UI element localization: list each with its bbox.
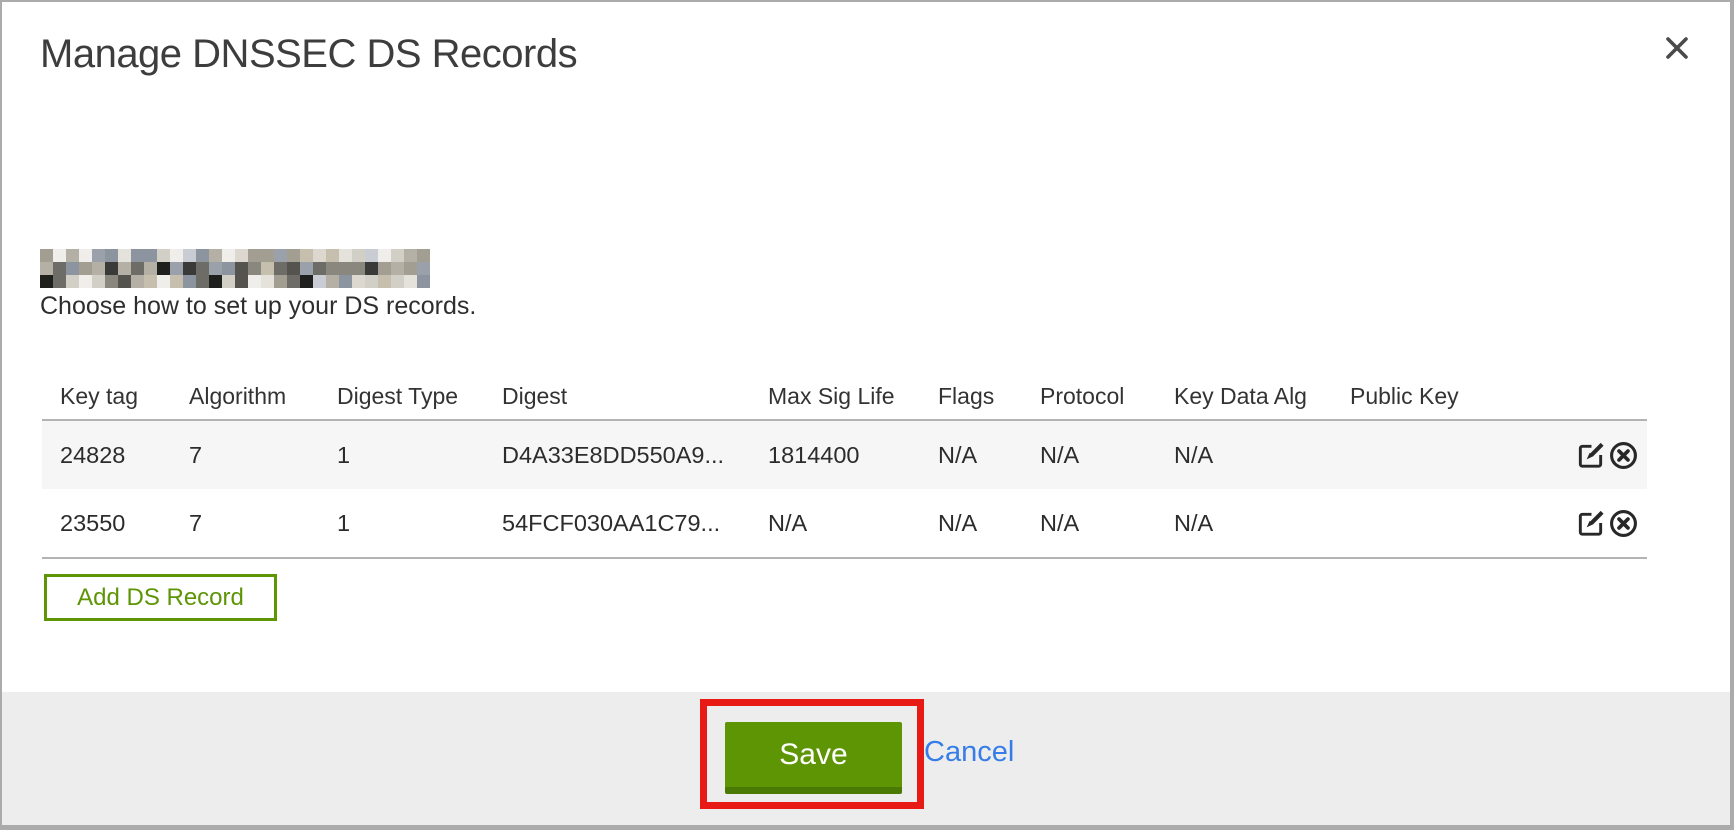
edit-record-button[interactable] <box>1575 508 1606 539</box>
column-header-digest: Digest <box>484 383 750 410</box>
close-icon <box>1664 35 1690 64</box>
cell-key-tag: 23550 <box>42 510 171 537</box>
cell-flags: N/A <box>920 442 1022 469</box>
cell-flags: N/A <box>920 510 1022 537</box>
delete-icon <box>1608 527 1639 539</box>
column-header-max-sig-life: Max Sig Life <box>750 383 920 410</box>
domain-name-redacted <box>40 249 430 290</box>
edit-icon <box>1575 459 1606 471</box>
save-button[interactable]: Save <box>725 722 902 794</box>
table-row: 24828 7 1 D4A33E8DD550A9... 1814400 N/A … <box>42 421 1647 489</box>
cell-key-data-alg: N/A <box>1156 442 1332 469</box>
table-row: 23550 7 1 54FCF030AA1C79... N/A N/A N/A … <box>42 489 1647 557</box>
cell-protocol: N/A <box>1022 442 1156 469</box>
close-button[interactable] <box>1660 32 1694 66</box>
cell-digest: D4A33E8DD550A9... <box>484 442 750 469</box>
table-header-row: Key tag Algorithm Digest Type Digest Max… <box>42 373 1647 421</box>
column-header-key-tag: Key tag <box>42 383 171 410</box>
column-header-protocol: Protocol <box>1022 383 1156 410</box>
cell-digest-type: 1 <box>319 442 484 469</box>
cell-key-data-alg: N/A <box>1156 510 1332 537</box>
column-header-public-key: Public Key <box>1332 383 1552 410</box>
ds-records-table: Key tag Algorithm Digest Type Digest Max… <box>42 373 1647 559</box>
cell-digest: 54FCF030AA1C79... <box>484 510 750 537</box>
edit-icon <box>1575 527 1606 539</box>
intro-text: Choose how to set up your DS records. <box>40 292 476 321</box>
column-header-digest-type: Digest Type <box>319 383 484 410</box>
cell-max-sig-life: 1814400 <box>750 442 920 469</box>
cancel-link[interactable]: Cancel <box>924 736 1014 769</box>
cell-digest-type: 1 <box>319 510 484 537</box>
page-title: Manage DNSSEC DS Records <box>40 32 577 77</box>
cell-algorithm: 7 <box>171 510 319 537</box>
cell-key-tag: 24828 <box>42 442 171 469</box>
column-header-algorithm: Algorithm <box>171 383 319 410</box>
delete-record-button[interactable] <box>1608 508 1639 539</box>
manage-dnssec-modal: Manage DNSSEC DS Records Choose how to s… <box>0 0 1734 830</box>
delete-record-button[interactable] <box>1608 440 1639 471</box>
modal-footer: Save Cancel <box>2 692 1730 825</box>
column-header-flags: Flags <box>920 383 1022 410</box>
cell-max-sig-life: N/A <box>750 510 920 537</box>
column-header-key-data-alg: Key Data Alg <box>1156 383 1332 410</box>
delete-icon <box>1608 459 1639 471</box>
add-ds-record-button[interactable]: Add DS Record <box>44 574 277 621</box>
edit-record-button[interactable] <box>1575 440 1606 471</box>
cell-algorithm: 7 <box>171 442 319 469</box>
cell-protocol: N/A <box>1022 510 1156 537</box>
